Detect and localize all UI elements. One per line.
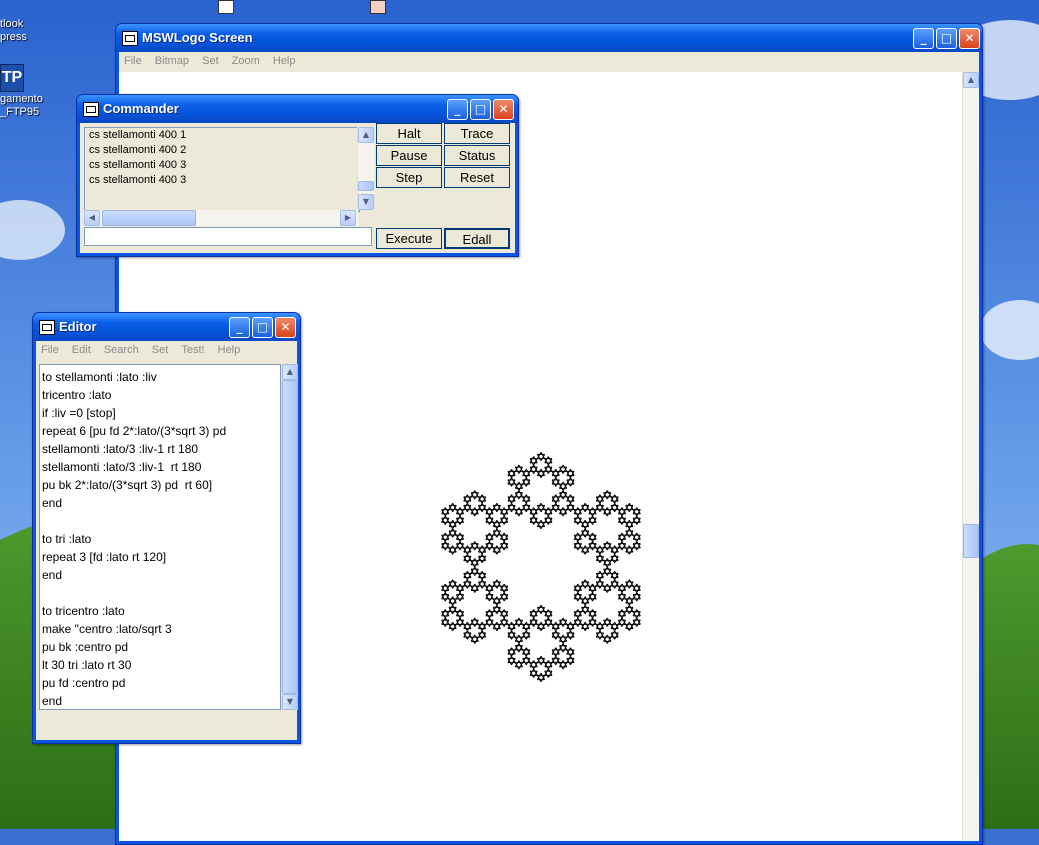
maximize-icon[interactable]: □ bbox=[470, 99, 491, 120]
minimize-icon[interactable]: _ bbox=[447, 99, 468, 120]
screen-vertical-scrollbar[interactable]: ▲ bbox=[962, 72, 979, 841]
outlook-express-label[interactable]: tlook press bbox=[0, 18, 27, 44]
list-item[interactable]: cs stellamonti 400 3 bbox=[85, 158, 359, 173]
editor-window: Editor _ □ ✕ File Edit Search Set Test! … bbox=[32, 312, 301, 744]
code-line: if :liv =0 [stop] bbox=[42, 406, 116, 420]
scroll-thumb[interactable] bbox=[358, 181, 374, 191]
code-line: end bbox=[42, 694, 63, 708]
code-line: to stellamonti :lato :liv bbox=[42, 370, 157, 384]
turtle-path bbox=[441, 451, 641, 683]
shortcut-icon[interactable] bbox=[218, 0, 234, 14]
menu-bitmap[interactable]: Bitmap bbox=[150, 52, 194, 67]
menu-set[interactable]: Set bbox=[197, 52, 224, 67]
code-line: stellamonti :lato/3 :liv-1 rt 180 bbox=[42, 460, 202, 474]
menu-file[interactable]: File bbox=[36, 341, 64, 356]
list-item[interactable]: cs stellamonti 400 3 bbox=[85, 173, 359, 188]
mswlogo-app-icon bbox=[83, 102, 99, 117]
code-editor[interactable]: to stellamonti :lato :liv tricentro :lat… bbox=[39, 364, 281, 710]
editor-vertical-scrollbar[interactable]: ▲ ▼ bbox=[281, 364, 298, 710]
code-line: pu bk 2*:lato/(3*sqrt 3) pd rt 60] bbox=[42, 478, 213, 492]
code-line: repeat 6 [pu fd 2*:lato/(3*sqrt 3) pd bbox=[42, 424, 227, 438]
menu-help[interactable]: Help bbox=[213, 341, 246, 356]
code-line: make "centro :lato/sqrt 3 bbox=[42, 622, 172, 636]
history-horizontal-scrollbar[interactable]: ◀ ▶ bbox=[84, 210, 358, 226]
menu-edit[interactable]: Edit bbox=[67, 341, 96, 356]
mswlogo-app-icon bbox=[39, 320, 55, 335]
commander-titlebar[interactable]: Commander _ □ ✕ bbox=[77, 95, 518, 123]
scroll-down-icon[interactable]: ▼ bbox=[358, 194, 374, 210]
trace-button[interactable]: Trace bbox=[444, 123, 510, 144]
status-button[interactable]: Status bbox=[444, 145, 510, 166]
screen-title: MSWLogo Screen bbox=[142, 30, 253, 45]
command-history-list[interactable]: cs stellamonti 400 1 cs stellamonti 400 … bbox=[84, 127, 360, 212]
screen-titlebar[interactable]: MSWLogo Screen _ □ ✕ bbox=[116, 24, 982, 52]
ftp95-label[interactable]: gamento _FTP95 bbox=[0, 93, 43, 119]
editor-title: Editor bbox=[59, 319, 97, 334]
scroll-right-icon[interactable]: ▶ bbox=[340, 210, 356, 226]
code-line: stellamonti :lato/3 :liv-1 rt 180 bbox=[42, 442, 199, 456]
editor-body: File Edit Search Set Test! Help to stell… bbox=[36, 341, 298, 740]
code-line: pu bk :centro pd bbox=[42, 640, 129, 654]
code-line: repeat 3 [fd :lato rt 120] bbox=[42, 550, 167, 564]
code-line: end bbox=[42, 496, 63, 510]
code-line: end bbox=[42, 568, 63, 582]
scroll-thumb[interactable] bbox=[963, 524, 979, 558]
close-icon[interactable]: ✕ bbox=[959, 28, 980, 49]
scroll-left-icon[interactable]: ◀ bbox=[84, 210, 100, 226]
scroll-up-icon[interactable]: ▲ bbox=[358, 127, 374, 143]
editor-menubar: File Edit Search Set Test! Help bbox=[36, 341, 297, 361]
screen-menubar: File Bitmap Set Zoom Help bbox=[119, 52, 979, 72]
reset-button[interactable]: Reset bbox=[444, 167, 510, 188]
commander-body: cs stellamonti 400 1 cs stellamonti 400 … bbox=[80, 123, 515, 253]
menu-set[interactable]: Set bbox=[147, 341, 174, 356]
menu-test[interactable]: Test! bbox=[176, 341, 209, 356]
minimize-icon[interactable]: _ bbox=[913, 28, 934, 49]
list-item[interactable]: cs stellamonti 400 2 bbox=[85, 143, 359, 158]
mswlogo-app-icon bbox=[122, 31, 138, 46]
code-line: pu fd :centro pd bbox=[42, 676, 126, 690]
close-icon[interactable]: ✕ bbox=[275, 317, 296, 338]
scroll-up-icon[interactable]: ▲ bbox=[282, 364, 298, 380]
maximize-icon[interactable]: □ bbox=[936, 28, 957, 49]
pause-button[interactable]: Pause bbox=[376, 145, 442, 166]
commander-window: Commander _ □ ✕ cs stellamonti 400 1 cs … bbox=[76, 94, 519, 257]
scroll-thumb[interactable] bbox=[282, 380, 298, 694]
menu-file[interactable]: File bbox=[119, 52, 147, 67]
scroll-down-icon[interactable]: ▼ bbox=[282, 694, 298, 710]
scroll-up-icon[interactable]: ▲ bbox=[963, 72, 979, 88]
halt-button[interactable]: Halt bbox=[376, 123, 442, 144]
step-button[interactable]: Step bbox=[376, 167, 442, 188]
close-icon[interactable]: ✕ bbox=[493, 99, 514, 120]
maximize-icon[interactable]: □ bbox=[252, 317, 273, 338]
command-input[interactable] bbox=[84, 227, 372, 246]
menu-zoom[interactable]: Zoom bbox=[227, 52, 265, 67]
code-line: lt 30 tri :lato rt 30 bbox=[42, 658, 132, 672]
code-line: tricentro :lato bbox=[42, 388, 112, 402]
scroll-thumb[interactable] bbox=[102, 210, 196, 226]
code-line: to tricentro :lato bbox=[42, 604, 125, 618]
execute-button[interactable]: Execute bbox=[376, 228, 442, 249]
turtle-path-group bbox=[441, 451, 641, 683]
list-item[interactable]: cs stellamonti 400 1 bbox=[85, 128, 359, 143]
ftp95-icon[interactable]: TP bbox=[0, 64, 24, 92]
editor-titlebar[interactable]: Editor _ □ ✕ bbox=[33, 313, 300, 341]
history-vertical-scrollbar[interactable]: ▲ ▼ bbox=[357, 127, 374, 210]
minimize-icon[interactable]: _ bbox=[229, 317, 250, 338]
edall-button[interactable]: Edall bbox=[444, 228, 510, 249]
menu-search[interactable]: Search bbox=[99, 341, 144, 356]
code-line: to tri :lato bbox=[42, 532, 92, 546]
menu-help[interactable]: Help bbox=[268, 52, 301, 67]
shortcut-icon[interactable] bbox=[370, 0, 386, 14]
commander-title: Commander bbox=[103, 101, 179, 116]
